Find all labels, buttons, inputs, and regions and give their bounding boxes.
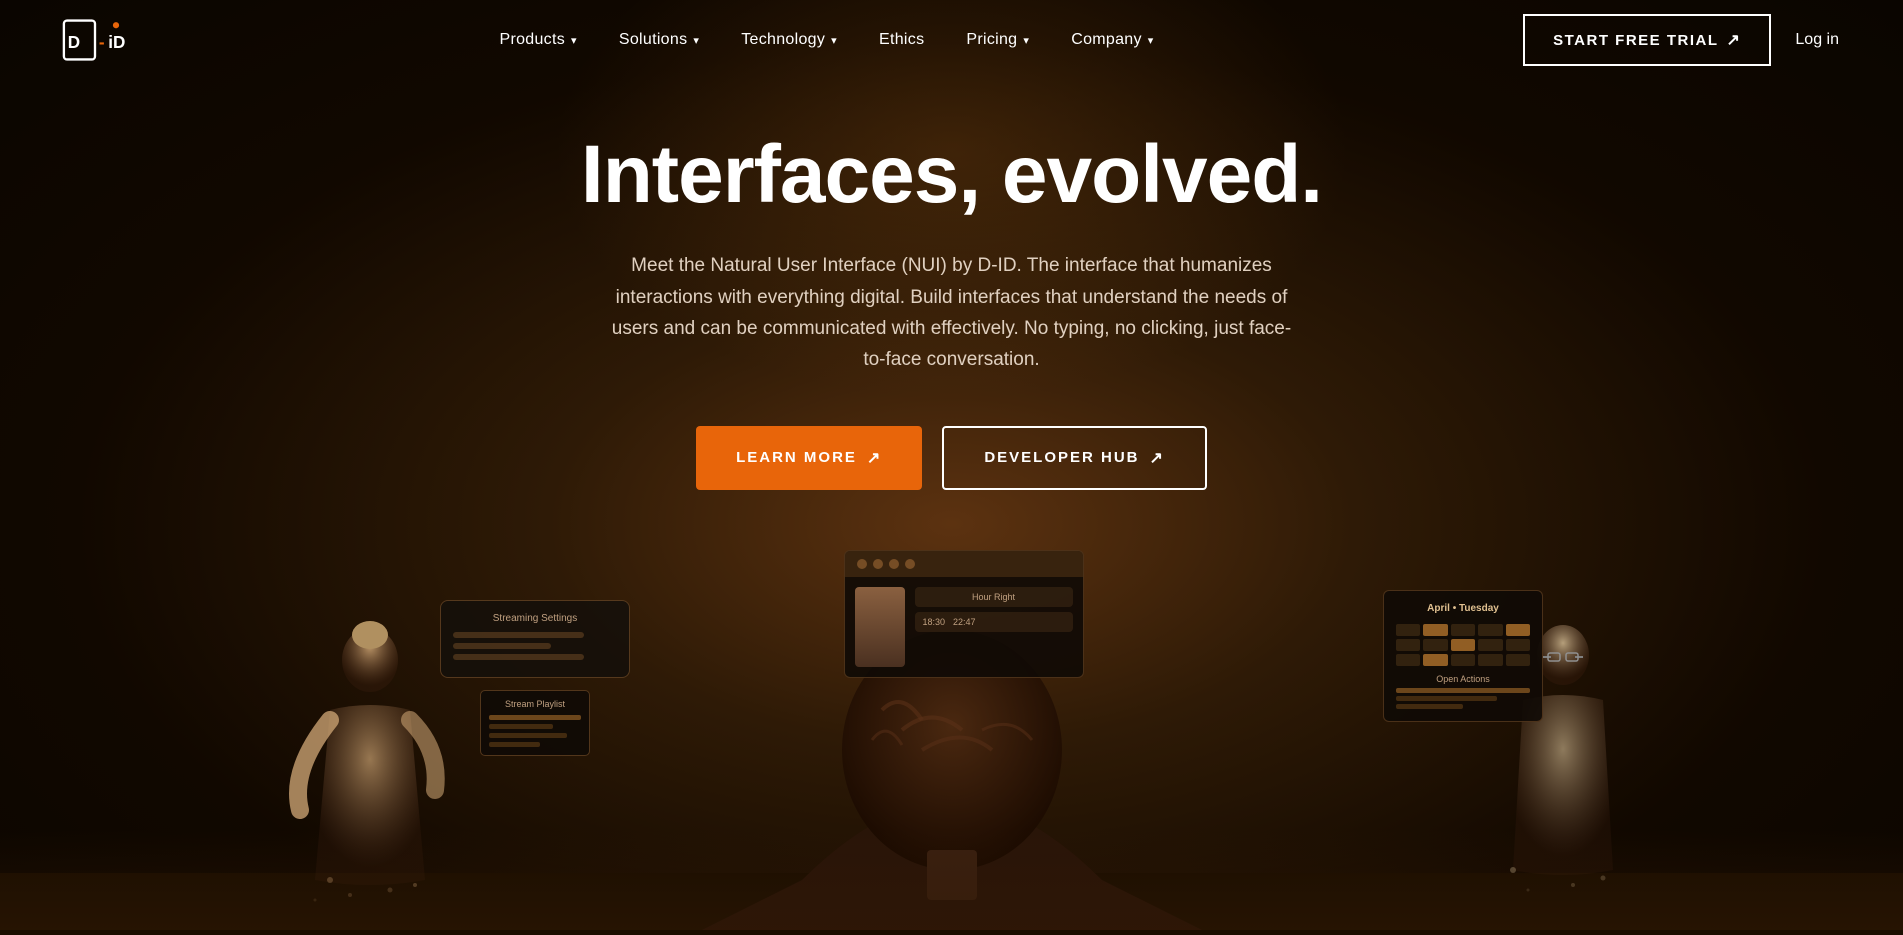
arrow-diagonal-icon: ↗	[1150, 448, 1165, 468]
navbar: D - iD Products ▾ Solutions ▾ Technology…	[0, 0, 1903, 80]
hero-section: Interfaces, evolved. Meet the Natural Us…	[0, 80, 1903, 930]
cal-item	[1423, 624, 1447, 636]
panel-dot	[857, 559, 867, 569]
hero-subtitle: Meet the Natural User Interface (NUI) by…	[612, 250, 1292, 375]
arrow-diagonal-icon: ↗	[867, 448, 882, 468]
panel-center-header	[845, 551, 1083, 577]
chevron-down-icon: ▾	[1023, 34, 1029, 47]
nav-solutions[interactable]: Solutions ▾	[603, 23, 715, 57]
avatar-in-panel	[855, 587, 905, 667]
calendar-grid	[1396, 624, 1530, 666]
chevron-down-icon: ▾	[571, 34, 577, 47]
cal-item	[1423, 639, 1447, 651]
svg-text:-: -	[99, 33, 105, 52]
panel-line	[453, 654, 584, 660]
cal-item	[1451, 654, 1475, 666]
cal-item	[1423, 654, 1447, 666]
floating-panel-center: Hour Right 18:30 22:47	[844, 550, 1084, 678]
stat-block: Hour Right	[915, 587, 1073, 607]
nav-ethics[interactable]: Ethics	[863, 23, 940, 57]
nav-technology[interactable]: Technology ▾	[725, 23, 853, 57]
learn-more-button[interactable]: LEARN MORE ↗	[696, 426, 922, 490]
start-free-trial-button[interactable]: START FREE TRIAL ↗	[1523, 14, 1771, 66]
panel-dot	[889, 559, 899, 569]
panel-right-title: April • Tuesday	[1396, 603, 1530, 614]
cal-item	[1478, 639, 1502, 651]
hero-visual: Streaming Settings	[0, 530, 1903, 930]
person-left-silhouette	[270, 610, 470, 910]
panel-stats: Hour Right 18:30 22:47	[915, 587, 1073, 667]
panel-center-body: Hour Right 18:30 22:47	[845, 577, 1083, 677]
svg-text:D: D	[68, 33, 80, 52]
cal-item	[1506, 654, 1530, 666]
cal-item	[1506, 624, 1530, 636]
stat-block: 18:30 22:47	[915, 612, 1073, 632]
chevron-down-icon: ▾	[693, 34, 699, 47]
panel-left-title: Streaming Settings	[453, 613, 617, 624]
cal-item	[1451, 624, 1475, 636]
panel-person-left: Stream Playlist	[480, 690, 590, 756]
chevron-down-icon: ▾	[1148, 34, 1154, 47]
panel-dot	[905, 559, 915, 569]
cal-item	[1396, 624, 1420, 636]
login-button[interactable]: Log in	[1791, 23, 1843, 57]
nav-actions: START FREE TRIAL ↗ Log in	[1523, 14, 1843, 66]
svg-text:iD: iD	[108, 33, 125, 52]
cal-item	[1478, 624, 1502, 636]
person-left: Stream Playlist	[270, 610, 470, 910]
arrow-icon: ↗	[1727, 30, 1742, 50]
cal-item	[1451, 639, 1475, 651]
cal-item	[1396, 639, 1420, 651]
panel-dot	[873, 559, 883, 569]
nav-pricing[interactable]: Pricing ▾	[950, 23, 1045, 57]
panel-line	[453, 632, 584, 638]
cal-item	[1478, 654, 1502, 666]
logo-svg: D - iD	[60, 10, 130, 70]
chevron-down-icon: ▾	[831, 34, 837, 47]
hero-title: Interfaces, evolved.	[581, 130, 1322, 220]
floating-panel-right: April • Tuesday Open Actions	[1383, 590, 1543, 722]
hero-buttons: LEARN MORE ↗ DEVELOPER HUB ↗	[696, 426, 1207, 490]
cal-item	[1396, 654, 1420, 666]
nav-links: Products ▾ Solutions ▾ Technology ▾ Ethi…	[130, 23, 1523, 57]
nav-company[interactable]: Company ▾	[1055, 23, 1169, 57]
nav-products[interactable]: Products ▾	[483, 23, 592, 57]
cal-item	[1506, 639, 1530, 651]
logo[interactable]: D - iD	[60, 10, 130, 70]
developer-hub-button[interactable]: DEVELOPER HUB ↗	[942, 426, 1207, 490]
